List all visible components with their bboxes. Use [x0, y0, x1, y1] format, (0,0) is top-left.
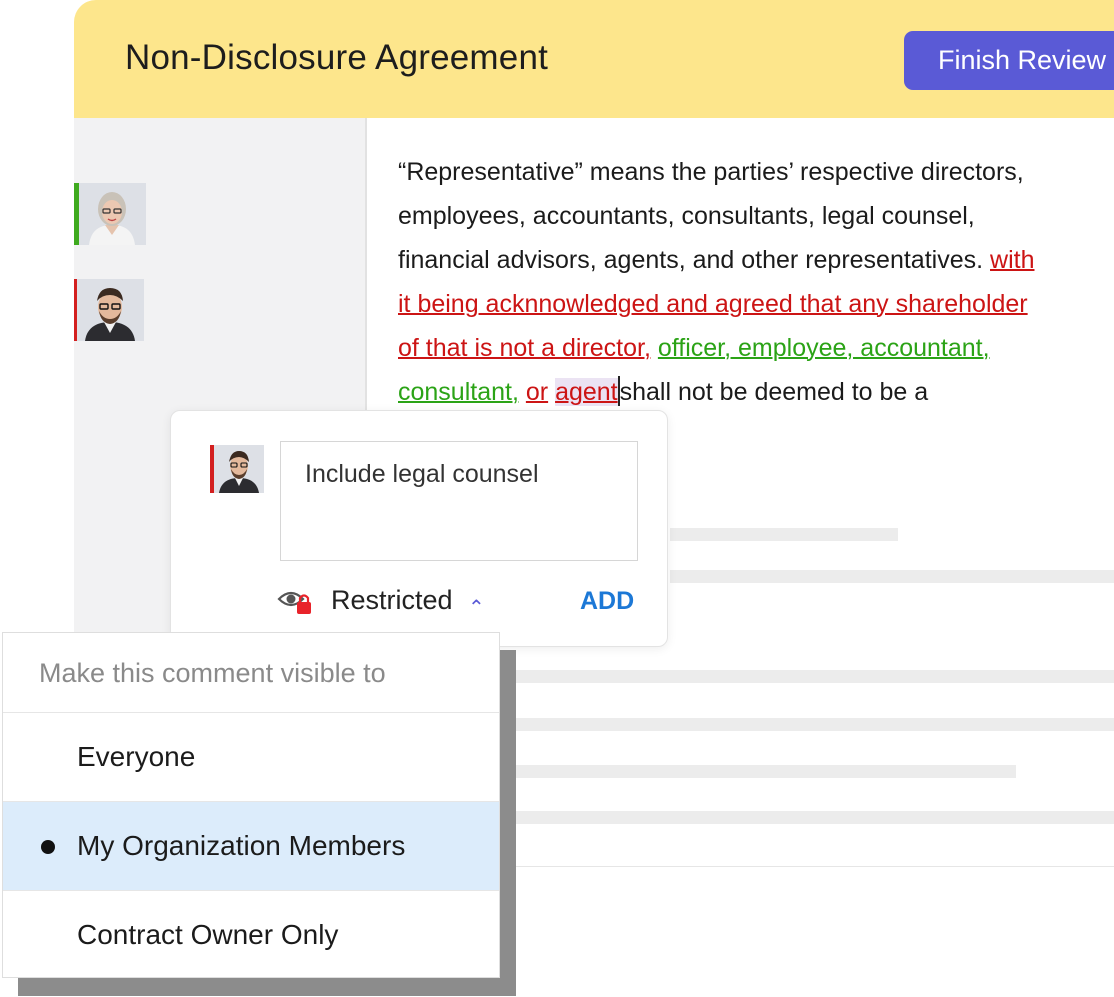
restricted-eye-lock-icon[interactable] — [277, 587, 317, 617]
avatar — [214, 445, 264, 493]
reviewer-avatar-woman[interactable] — [74, 183, 146, 245]
page-title: Non-Disclosure Agreement — [125, 38, 549, 77]
selected-bullet-icon — [41, 840, 55, 854]
inserted-text[interactable]: officer, employee, accountant, — [658, 334, 990, 362]
commenter-avatar — [210, 445, 264, 493]
text-placeholder-line — [514, 718, 1114, 731]
document-line: it being acknnowledged and agreed that a… — [398, 282, 1058, 326]
document-text: financial advisors, agents, and other re… — [398, 246, 984, 274]
dropdown-header: Make this comment visible to — [3, 633, 499, 713]
document-text: shall not be deemed to be a — [619, 378, 929, 406]
document-line: consultant, or agentshall not be deemed … — [398, 370, 1058, 414]
finish-review-button[interactable]: Finish Review — [904, 31, 1114, 90]
visibility-option-everyone[interactable]: Everyone — [3, 713, 499, 802]
option-label: Everyone — [77, 741, 196, 772]
commented-text[interactable]: agent — [555, 378, 618, 406]
text-placeholder-line — [514, 811, 1114, 824]
option-label: My Organization Members — [77, 830, 406, 861]
text-placeholder-line — [670, 570, 1114, 583]
reviewer-avatar-man[interactable] — [74, 279, 144, 341]
visibility-option-owner[interactable]: Contract Owner Only — [3, 891, 499, 979]
document-line: employees, accountants, consultants, leg… — [398, 202, 975, 230]
visibility-label[interactable]: Restricted — [331, 585, 453, 616]
avatar — [79, 183, 146, 245]
header-bar: Non-Disclosure Agreement Finish Review — [74, 0, 1114, 118]
text-placeholder-line — [514, 670, 1114, 683]
comment-popup: Include legal counsel Restricted ⌃ ADD — [170, 410, 668, 647]
comment-input[interactable]: Include legal counsel — [280, 441, 638, 561]
document-body[interactable]: “Representative” means the parties’ resp… — [398, 150, 1058, 414]
add-comment-button[interactable]: ADD — [580, 587, 634, 616]
deleted-text[interactable]: it being acknnowledged and agreed that a… — [398, 290, 1028, 318]
visibility-dropdown: Make this comment visible to Everyone My… — [2, 632, 500, 978]
deleted-text[interactable]: with — [990, 246, 1034, 274]
deleted-text[interactable]: or — [526, 378, 548, 406]
document-line: financial advisors, agents, and other re… — [398, 238, 1058, 282]
avatar — [77, 279, 144, 341]
inserted-text[interactable]: consultant, — [398, 378, 519, 406]
text-placeholder-line — [514, 765, 1016, 778]
option-label: Contract Owner Only — [77, 919, 339, 950]
chevron-up-icon[interactable]: ⌃ — [468, 595, 485, 620]
visibility-option-organization[interactable]: My Organization Members — [3, 802, 499, 891]
text-placeholder-line — [670, 528, 898, 541]
deleted-text[interactable]: of that is not a director, — [398, 334, 651, 362]
document-line: “Representative” means the parties’ resp… — [398, 158, 1024, 186]
document-line: of that is not a director, officer, empl… — [398, 326, 1058, 370]
